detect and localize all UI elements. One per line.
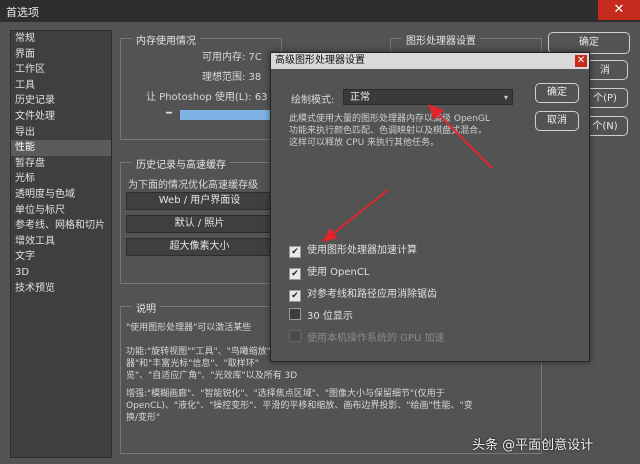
- arrow-to-drawing-mode: [428, 104, 493, 169]
- arrow-to-gpu-compute: [322, 189, 389, 242]
- annotation-arrows: [322, 104, 493, 242]
- watermark: 头条 @平面创意设计: [472, 438, 594, 453]
